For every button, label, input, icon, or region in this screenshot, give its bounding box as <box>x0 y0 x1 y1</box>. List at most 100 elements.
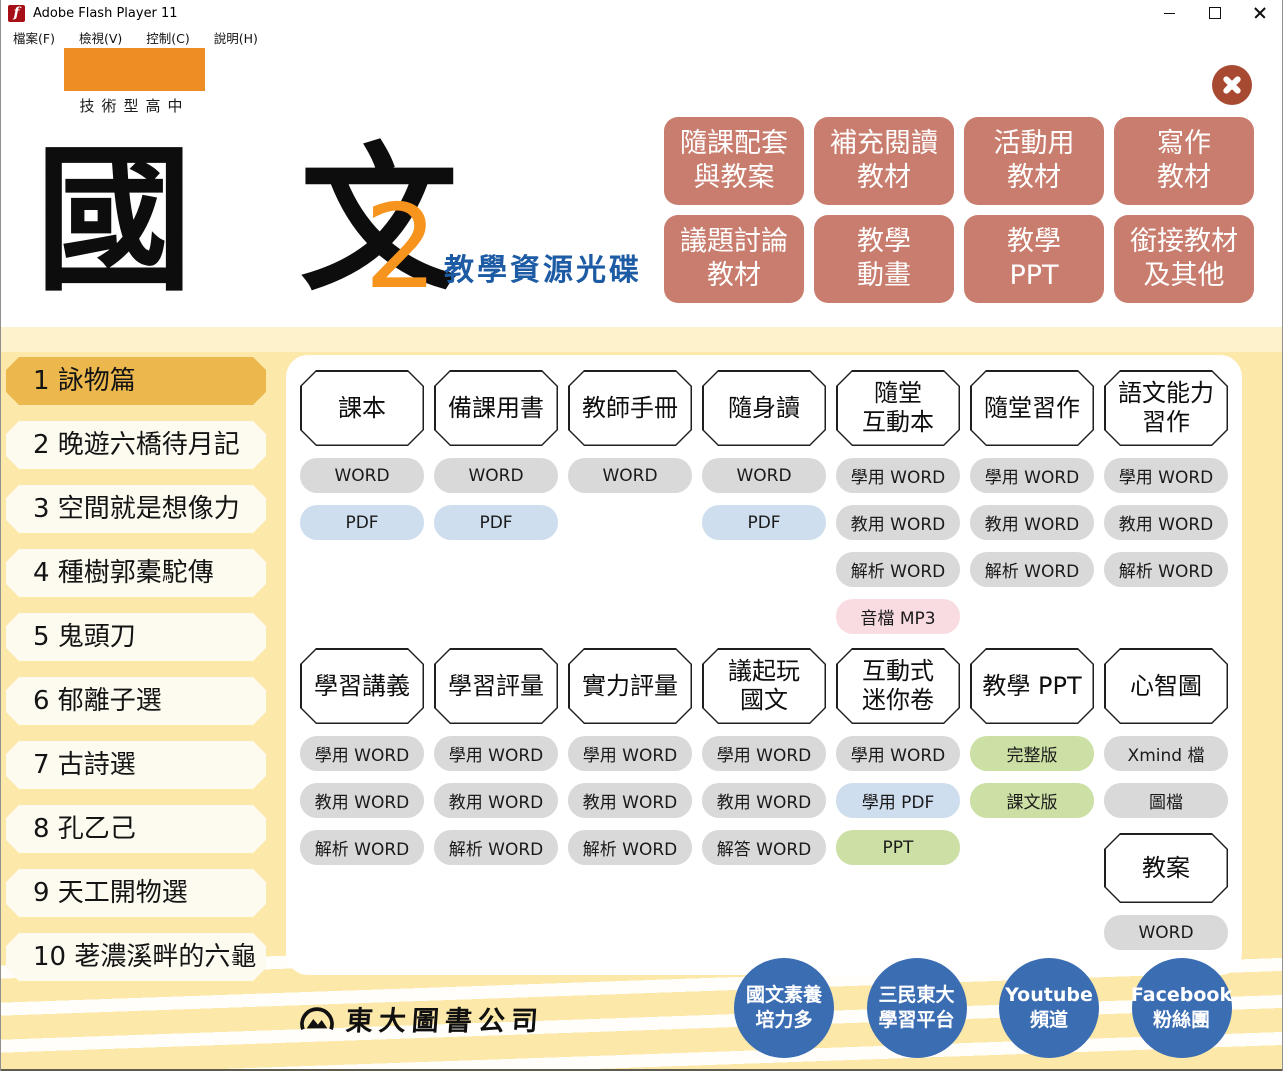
resource-category-header[interactable]: 備課用書 <box>434 370 558 446</box>
category-button-5[interactable]: 議題討論 教材 <box>664 215 804 303</box>
resource-file-button[interactable]: 學用 WORD <box>568 736 692 771</box>
resource-column[interactable]: 隨堂習作學用 WORD 教用 WORD 解析 WORD <box>970 370 1094 634</box>
resource-column[interactable]: 隨身讀 WORD PDF <box>702 370 826 634</box>
resource-file-button[interactable]: 解析 WORD <box>568 830 692 865</box>
link-circle-2[interactable]: 三民東大 學習平台 <box>867 958 967 1058</box>
resource-column[interactable]: 議起玩 國文學用 WORD 教用 WORD 解答 WORD <box>702 648 826 950</box>
category-button-3[interactable]: 活動用 教材 <box>964 117 1104 205</box>
resource-file-button[interactable]: 解析 WORD <box>836 552 960 587</box>
resource-file-button[interactable]: 教用 WORD <box>970 505 1094 540</box>
resource-file-button[interactable]: 學用 WORD <box>836 736 960 771</box>
resource-file-button[interactable]: WORD <box>702 458 826 493</box>
resource-column[interactable]: 教師手冊 WORD <box>568 370 692 634</box>
link-circle-1[interactable]: 國文素養 培力多 <box>734 958 834 1058</box>
resource-file-button[interactable]: 教用 WORD <box>1104 505 1228 540</box>
resource-file-button[interactable]: PDF <box>434 505 558 540</box>
menu-item-2[interactable]: 檢視(V) <box>67 28 134 47</box>
resource-file-button[interactable]: 學用 WORD <box>434 736 558 771</box>
resource-file-button[interactable]: 圖檔 <box>1104 783 1228 818</box>
lesson-item-10[interactable]: 10 荖濃溪畔的六龜 <box>6 933 266 981</box>
resource-column[interactable]: 互動式 迷你卷學用 WORD 學用 PDF PPT <box>836 648 960 950</box>
category-button-4[interactable]: 寫作 教材 <box>1114 117 1254 205</box>
category-button-1[interactable]: 隨課配套 與教案 <box>664 117 804 205</box>
window-close-button[interactable] <box>1237 0 1282 26</box>
resource-file-button[interactable]: 學用 WORD <box>836 458 960 493</box>
resource-file-button[interactable]: 解析 WORD <box>300 830 424 865</box>
resource-file-button[interactable]: 解析 WORD <box>1104 552 1228 587</box>
lesson-item-9[interactable]: 9 天工開物選 <box>6 869 266 917</box>
category-button-7[interactable]: 教學 PPT <box>964 215 1104 303</box>
resource-category-header[interactable]: 隨堂 互動本 <box>836 370 960 446</box>
resource-file-button[interactable]: WORD <box>1104 915 1228 950</box>
lesson-item-4[interactable]: 4 種樹郭橐駝傳 <box>6 549 266 597</box>
resource-file-button[interactable]: 教用 WORD <box>702 783 826 818</box>
dongda-logo-icon <box>298 1004 336 1034</box>
resource-category-header[interactable]: 互動式 迷你卷 <box>836 648 960 724</box>
resource-file-button[interactable]: 學用 PDF <box>836 783 960 818</box>
lesson-item-6[interactable]: 6 郁離子選 <box>6 677 266 725</box>
resource-column[interactable]: 隨堂 互動本學用 WORD 教用 WORD 解析 WORD 音檔 MP3 <box>836 370 960 634</box>
category-button-6[interactable]: 教學 動畫 <box>814 215 954 303</box>
resource-file-button[interactable]: WORD <box>568 458 692 493</box>
resource-file-button[interactable]: WORD <box>434 458 558 493</box>
resource-category-header[interactable]: 課本 <box>300 370 424 446</box>
resource-category-header[interactable]: 心智圖 <box>1104 648 1228 724</box>
menu-item-1[interactable]: 檔案(F) <box>1 28 67 47</box>
resource-column[interactable]: 課本 WORD PDF <box>300 370 424 634</box>
link-circle-3[interactable]: Youtube 頻道 <box>999 958 1099 1058</box>
resource-file-button[interactable]: 完整版 <box>970 736 1094 771</box>
resource-column[interactable]: 學習講義學用 WORD 教用 WORD 解析 WORD <box>300 648 424 950</box>
resource-file-button[interactable]: 學用 WORD <box>702 736 826 771</box>
lesson-item-7[interactable]: 7 古詩選 <box>6 741 266 789</box>
window-minimize-button[interactable] <box>1147 0 1192 26</box>
menu-item-4[interactable]: 說明(H) <box>202 28 270 47</box>
category-button-2[interactable]: 補充閱讀 教材 <box>814 117 954 205</box>
resource-column[interactable]: 語文能力 習作學用 WORD 教用 WORD 解析 WORD <box>1104 370 1228 634</box>
resource-column[interactable]: 實力評量學用 WORD 教用 WORD 解析 WORD <box>568 648 692 950</box>
resource-file-button[interactable]: 學用 WORD <box>300 736 424 771</box>
menu-item-3[interactable]: 控制(C) <box>134 28 201 47</box>
resource-file-button[interactable]: 解析 WORD <box>434 830 558 865</box>
resource-file-button[interactable]: 音檔 MP3 <box>836 599 960 634</box>
link-circle-4[interactable]: Facebook 粉絲團 <box>1132 958 1232 1058</box>
lesson-item-3[interactable]: 3 空間就是想像力 <box>6 485 266 533</box>
resource-file-button[interactable]: PDF <box>702 505 826 540</box>
resource-category-header[interactable]: 學習講義 <box>300 648 424 724</box>
resource-category-header[interactable]: 教學 PPT <box>970 648 1094 724</box>
resource-category-header[interactable]: 教師手冊 <box>568 370 692 446</box>
resource-category-header[interactable]: 教案 <box>1104 833 1228 903</box>
lesson-item-1[interactable]: 1 詠物篇 <box>6 357 266 405</box>
resource-column[interactable]: 心智圖 Xmind 檔圖檔教案 WORD <box>1104 648 1228 950</box>
resource-file-button[interactable]: Xmind 檔 <box>1104 736 1228 771</box>
resource-file-button[interactable]: PPT <box>836 830 960 865</box>
resource-file-button[interactable]: 教用 WORD <box>434 783 558 818</box>
resource-file-button[interactable]: 學用 WORD <box>1104 458 1228 493</box>
decor-band <box>1 327 1282 352</box>
resource-file-button[interactable]: 學用 WORD <box>970 458 1094 493</box>
resource-file-button[interactable]: 教用 WORD <box>568 783 692 818</box>
lesson-item-2[interactable]: 2 晚遊六橋待月記 <box>6 421 266 469</box>
resource-category-header[interactable]: 語文能力 習作 <box>1104 370 1228 446</box>
app-close-button[interactable] <box>1212 65 1252 105</box>
resource-category-header[interactable]: 實力評量 <box>568 648 692 724</box>
lesson-item-8[interactable]: 8 孔乙己 <box>6 805 266 853</box>
resource-category-label: 互動式 迷你卷 <box>838 650 959 723</box>
resource-file-button[interactable]: 教用 WORD <box>300 783 424 818</box>
resource-column[interactable]: 備課用書 WORD PDF <box>434 370 558 634</box>
resource-category-header[interactable]: 隨身讀 <box>702 370 826 446</box>
resource-file-button[interactable]: 課文版 <box>970 783 1094 818</box>
resource-column[interactable]: 學習評量學用 WORD 教用 WORD 解析 WORD <box>434 648 558 950</box>
resource-file-button[interactable]: 解析 WORD <box>970 552 1094 587</box>
window-maximize-button[interactable] <box>1192 0 1237 26</box>
resource-category-header[interactable]: 學習評量 <box>434 648 558 724</box>
resource-file-button[interactable]: WORD <box>300 458 424 493</box>
resource-category-header[interactable]: 議起玩 國文 <box>702 648 826 724</box>
resource-file-button[interactable]: 教用 WORD <box>836 505 960 540</box>
resource-category-label: 教師手冊 <box>570 372 691 445</box>
resource-category-header[interactable]: 隨堂習作 <box>970 370 1094 446</box>
resource-file-button[interactable]: 解答 WORD <box>702 830 826 865</box>
resource-file-button[interactable]: PDF <box>300 505 424 540</box>
resource-column[interactable]: 教學 PPT 完整版課文版 <box>970 648 1094 950</box>
lesson-item-5[interactable]: 5 鬼頭刀 <box>6 613 266 661</box>
category-button-8[interactable]: 銜接教材 及其他 <box>1114 215 1254 303</box>
